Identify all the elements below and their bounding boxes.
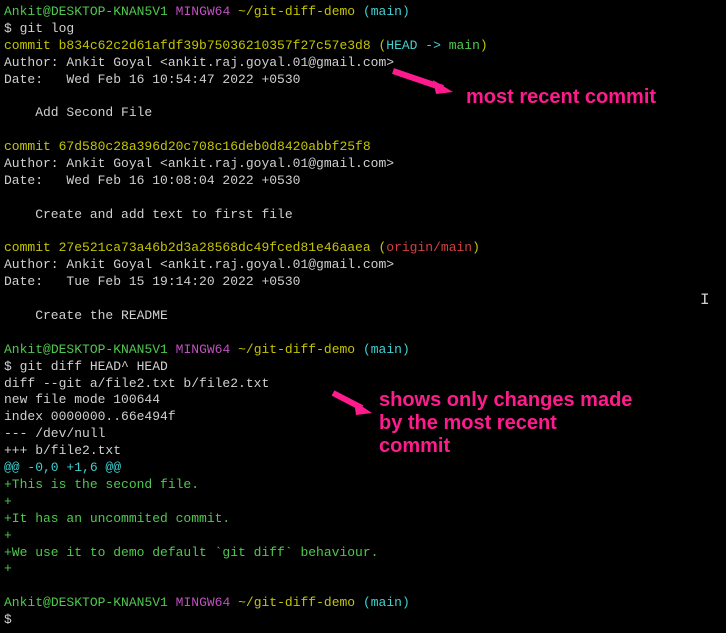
prompt-host: DESKTOP-KNAN5V1 <box>51 4 168 19</box>
annot-line: shows only changes made <box>379 389 632 411</box>
prompt-user: Ankit <box>4 342 43 357</box>
arrow-icon <box>388 66 458 98</box>
commit-hash: b834c62c2d61afdf39b75036210357f27c57e3d8 <box>59 38 371 53</box>
annotation-most-recent: most recent commit <box>466 86 656 109</box>
author-line: Author: Ankit Goyal <ankit.raj.goyal.01@… <box>4 156 394 171</box>
commit-prefix: commit <box>4 38 59 53</box>
diff-hunk: @@ -0,0 +1,6 @@ <box>4 460 121 475</box>
prompt-user: Ankit <box>4 595 43 610</box>
date-line: Date: Wed Feb 16 10:08:04 2022 +0530 <box>4 173 300 188</box>
prompt-sys: MINGW64 <box>176 4 231 19</box>
annot-line: by the most recent <box>379 412 557 434</box>
prompt-sys: MINGW64 <box>176 342 231 357</box>
prompt-at: @ <box>43 342 51 357</box>
date-line: Date: Tue Feb 15 19:14:20 2022 +0530 <box>4 274 300 289</box>
author-line: Author: Ankit Goyal <ankit.raj.goyal.01@… <box>4 257 394 272</box>
diff-header: +++ b/file2.txt <box>4 443 121 458</box>
prompt-path: ~/git-diff-demo <box>238 342 355 357</box>
ref-open: ( <box>371 240 387 255</box>
commit-prefix: commit <box>4 240 59 255</box>
arrow-icon <box>328 388 374 418</box>
prompt-branch: (main) <box>363 595 410 610</box>
diff-add: + <box>4 561 12 576</box>
prompt-path: ~/git-diff-demo <box>238 595 355 610</box>
diff-add: +It has an uncommited commit. <box>4 511 230 526</box>
ref-close: ) <box>472 240 480 255</box>
commit-message: Create and add text to first file <box>4 207 293 222</box>
commit-message: Add Second File <box>4 105 152 120</box>
prompt-user: Ankit <box>4 4 43 19</box>
remote-ref: origin/main <box>386 240 472 255</box>
prompt-host: DESKTOP-KNAN5V1 <box>51 595 168 610</box>
commit-message: Create the README <box>4 308 168 323</box>
text-cursor-icon: I <box>700 290 710 311</box>
prompt-sys: MINGW64 <box>176 595 231 610</box>
head-ref: HEAD -> <box>386 38 448 53</box>
prompt-path: ~/git-diff-demo <box>238 4 355 19</box>
command-git-diff: $ git diff HEAD^ HEAD <box>4 359 168 374</box>
diff-header: --- /dev/null <box>4 426 105 441</box>
diff-add: + <box>4 494 12 509</box>
annot-line: commit <box>379 435 450 457</box>
ref-close: ) <box>480 38 488 53</box>
branch-ref: main <box>449 38 480 53</box>
prompt-branch: (main) <box>363 4 410 19</box>
prompt-at: @ <box>43 595 51 610</box>
diff-add: +This is the second file. <box>4 477 199 492</box>
commit-hash: 27e521ca73a46b2d3a28568dc49fced81e46aaea <box>59 240 371 255</box>
prompt-at: @ <box>43 4 51 19</box>
annotation-shows-changes: shows only changes madeby the most recen… <box>379 389 632 458</box>
diff-header: new file mode 100644 <box>4 392 160 407</box>
command-git-log: $ git log <box>4 21 74 36</box>
diff-add: + <box>4 528 12 543</box>
command-prompt[interactable]: $ <box>4 612 12 627</box>
author-line: Author: Ankit Goyal <ankit.raj.goyal.01@… <box>4 55 394 70</box>
ref-open: ( <box>371 38 387 53</box>
commit-hash: 67d580c28a396d20c708c16deb0d8420abbf25f8 <box>59 139 371 154</box>
date-line: Date: Wed Feb 16 10:54:47 2022 +0530 <box>4 72 300 87</box>
prompt-branch: (main) <box>363 342 410 357</box>
prompt-host: DESKTOP-KNAN5V1 <box>51 342 168 357</box>
commit-prefix: commit <box>4 139 59 154</box>
diff-header: index 0000000..66e494f <box>4 409 176 424</box>
diff-add: +We use it to demo default `git diff` be… <box>4 545 378 560</box>
diff-header: diff --git a/file2.txt b/file2.txt <box>4 376 269 391</box>
